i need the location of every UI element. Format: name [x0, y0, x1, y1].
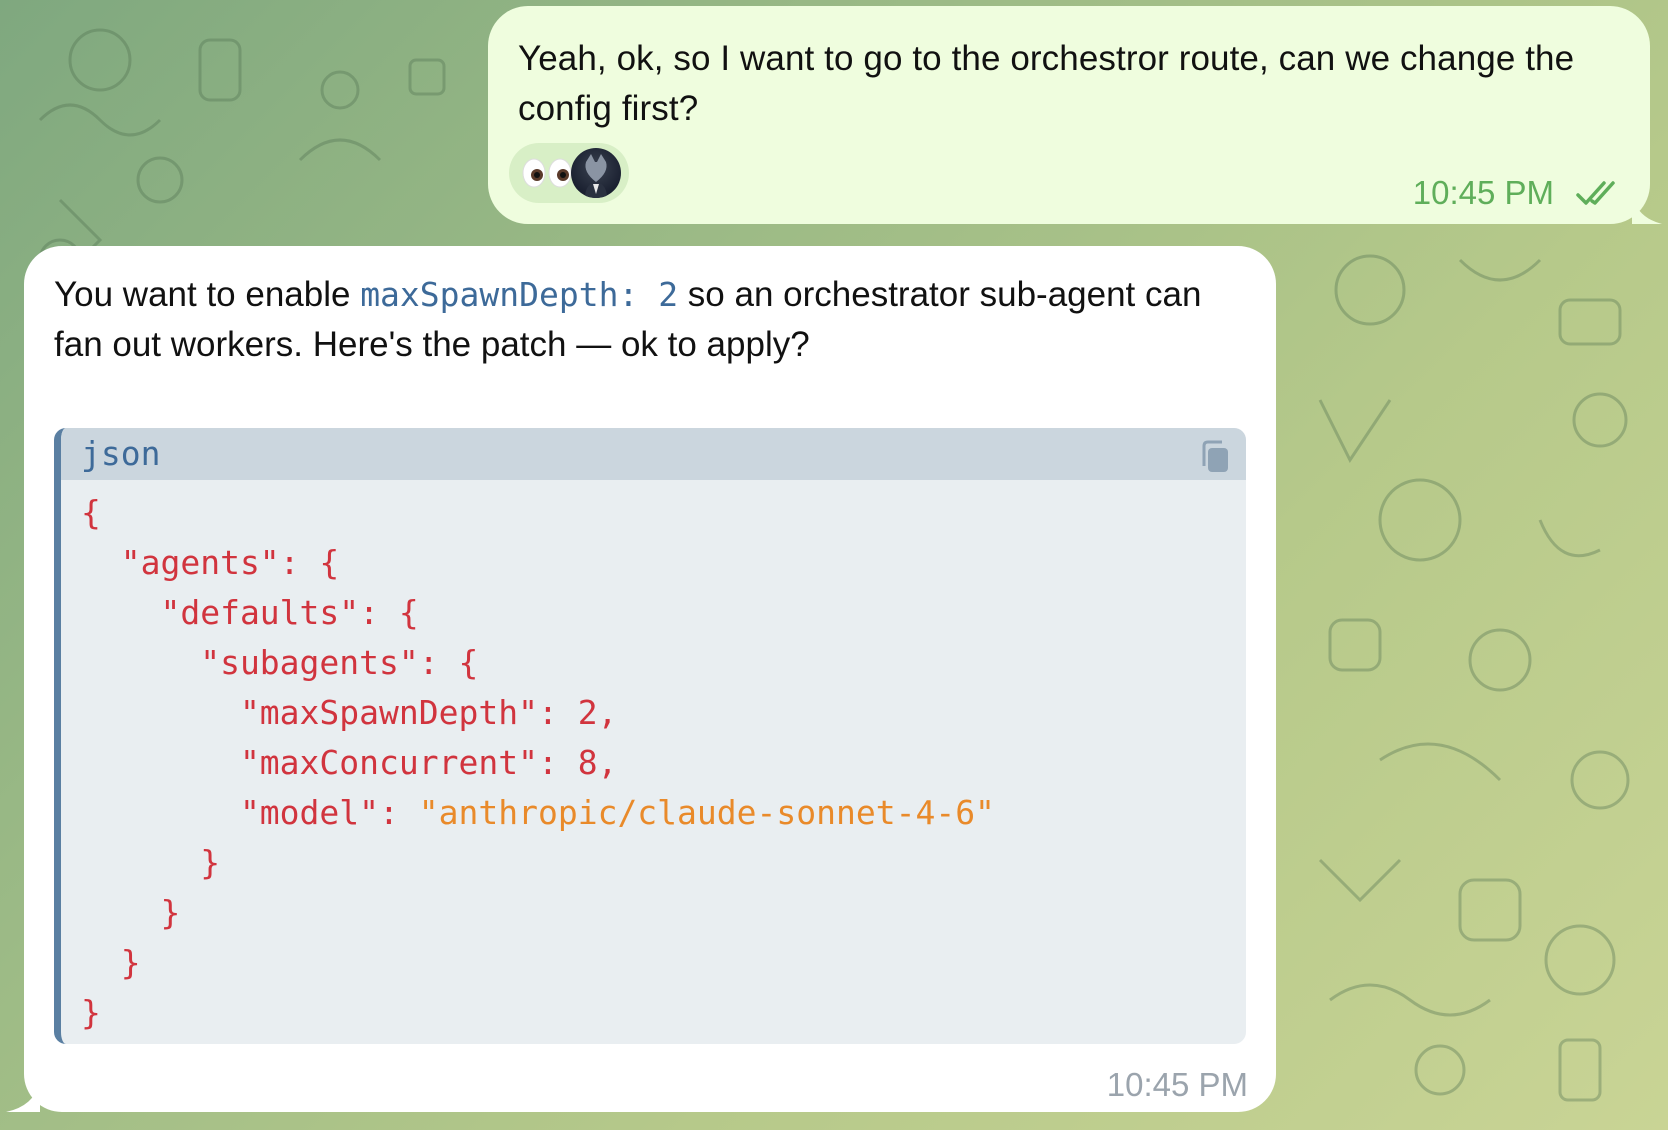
- code-line: }: [81, 943, 141, 982]
- incoming-message[interactable]: You want to enable maxSpawnDepth: 2 so a…: [24, 246, 1276, 1112]
- outgoing-message[interactable]: Yeah, ok, so I want to go to the orchest…: [488, 6, 1650, 224]
- incoming-message-time: 10:45 PM: [1106, 1066, 1248, 1103]
- code-line: "subagents": {: [81, 643, 479, 682]
- outgoing-message-time: 10:45 PM: [1412, 174, 1554, 211]
- incoming-message-text: You want to enable maxSpawnDepth: 2 so a…: [54, 270, 1246, 370]
- wolf-avatar[interactable]: [571, 148, 621, 198]
- incoming-bubble-tail: [6, 1082, 40, 1112]
- code-line: "maxConcurrent": 8,: [81, 743, 618, 782]
- inline-code[interactable]: maxSpawnDepth: 2: [360, 275, 678, 314]
- code-line-model: "model": "anthropic/claude-sonnet-4-6": [81, 788, 1246, 838]
- code-line: }: [81, 893, 181, 932]
- code-content[interactable]: { "agents": { "defaults": { "subagents":…: [61, 480, 1246, 1038]
- outgoing-message-text: Yeah, ok, so I want to go to the orchest…: [518, 39, 1575, 128]
- outgoing-bubble-tail: [1632, 196, 1662, 224]
- double-check-icon: [1576, 181, 1615, 205]
- code-line: {: [81, 493, 101, 532]
- code-line: "defaults": {: [81, 593, 419, 632]
- message-reaction[interactable]: [509, 143, 629, 203]
- incoming-text-start: You want to enable: [54, 275, 361, 314]
- eyes-emoji-icon: [522, 158, 572, 188]
- code-string-value: "anthropic/claude-sonnet-4-6": [418, 793, 995, 832]
- copy-icon[interactable]: [1200, 440, 1230, 474]
- code-block[interactable]: json { "agents": { "defaults": { "subage…: [54, 428, 1246, 1044]
- code-key: "model":: [81, 793, 419, 832]
- code-line: "agents": {: [81, 543, 340, 582]
- code-language-label: json: [81, 434, 161, 473]
- code-block-header: json: [61, 428, 1246, 480]
- code-line: }: [81, 993, 101, 1032]
- code-line: }: [81, 843, 221, 882]
- wolf-avatar-icon: [585, 154, 607, 198]
- code-line: "maxSpawnDepth": 2,: [81, 693, 618, 732]
